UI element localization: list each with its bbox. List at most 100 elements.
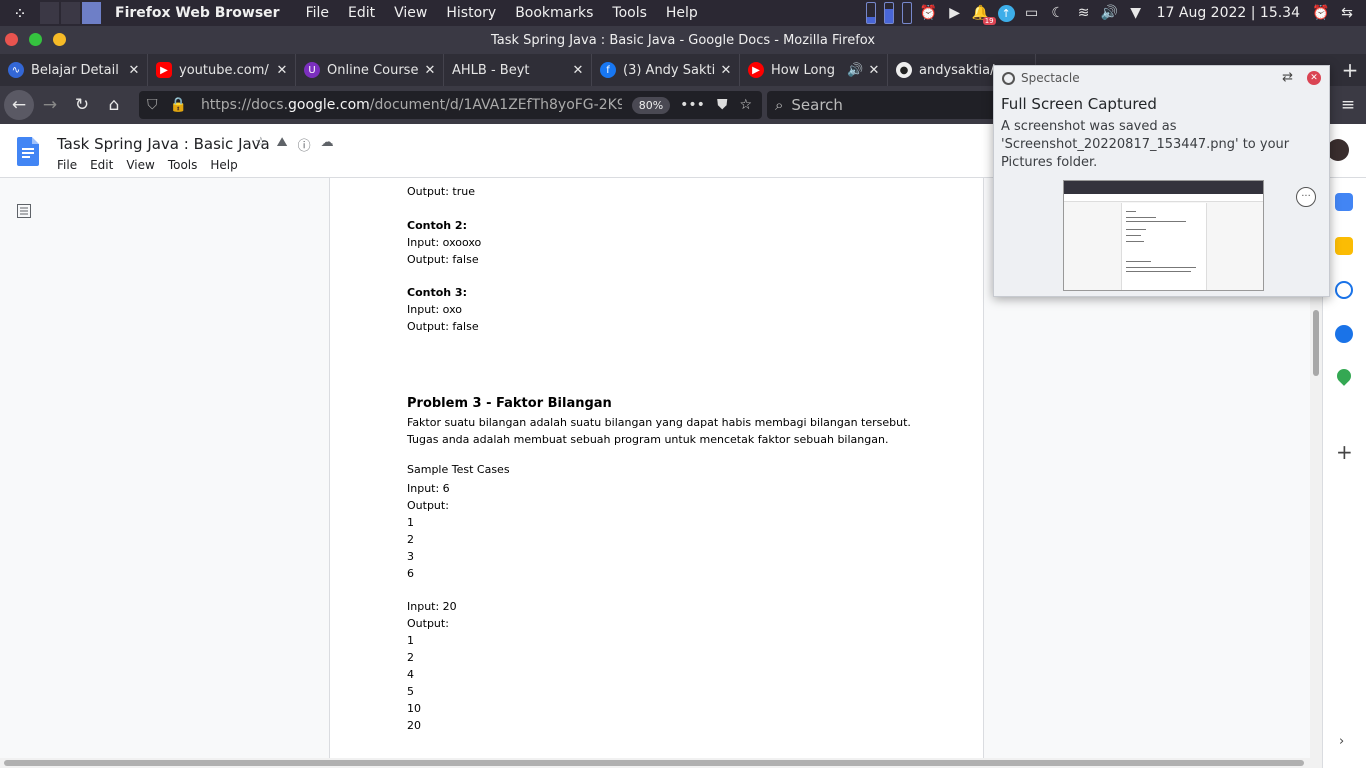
system-panel: ⁘ Firefox Web Browser File Edit View His… [0,0,1366,26]
tab-facebook[interactable]: f (3) Andy Sakti ✕ [592,54,740,86]
doc-line: Sample Test Cases [407,463,510,476]
doc-line: Input: oxo [407,303,462,316]
panel-settings-icon[interactable]: ⇆ [1338,4,1356,22]
close-tab-icon[interactable]: ✕ [571,63,585,78]
global-menu-bookmarks[interactable]: Bookmarks [515,5,593,21]
calendar-icon[interactable] [1335,193,1353,211]
minimize-window-button[interactable] [53,33,66,46]
vertical-scrollbar-thumb[interactable] [1313,310,1319,376]
close-tab-icon[interactable]: ✕ [719,63,733,78]
document-outline-icon[interactable] [17,203,31,218]
document-page[interactable]: Output: true Contoh 2: Input: oxooxo Out… [329,178,984,758]
maps-icon[interactable] [1334,366,1354,386]
tab-belajar-detail[interactable]: ∿ Belajar Detail ✕ [0,54,148,86]
reload-button[interactable]: ↻ [66,89,98,121]
horizontal-scrollbar-thumb[interactable] [4,760,1304,766]
cloud-save-icon[interactable]: ☁ [321,135,334,154]
app-menu-icon[interactable]: ≡ [1332,89,1364,121]
move-to-drive-icon[interactable]: ⛰ [277,135,288,154]
notification-app-name: Spectacle [1021,71,1080,85]
close-tab-icon[interactable]: ✕ [867,63,881,78]
more-options-icon[interactable]: ··· [1296,187,1316,207]
close-tab-icon[interactable]: ✕ [423,63,437,78]
youtube-music-icon: ▶ [748,62,764,78]
tab-youtube[interactable]: ▶ youtube.com/ ✕ [148,54,296,86]
alarm-icon[interactable]: ⏰ [920,4,938,22]
docs-menu-view[interactable]: View [126,158,154,172]
star-icon[interactable]: ☆ [255,135,267,154]
docs-menu-tools[interactable]: Tools [168,158,198,172]
kdeconnect-icon[interactable]: ▭ [1023,4,1041,22]
screenshot-thumbnail[interactable] [1063,180,1264,291]
global-menu-file[interactable]: File [306,5,329,21]
search-bar[interactable]: ⌕ Search [767,91,1007,119]
doc-line: Input: oxooxo [407,236,482,249]
pocket-icon[interactable]: ⛊ [717,97,728,113]
add-addon-icon[interactable]: + [1336,440,1353,464]
zoom-indicator[interactable]: 80% [631,96,671,114]
tab-audio-icon[interactable]: 🔊 [847,63,863,78]
volume-icon[interactable]: 🔊 [1101,4,1119,22]
spectacle-icon [1002,71,1015,85]
docs-menu-help[interactable]: Help [210,158,237,172]
docs-menu-file[interactable]: File [57,158,77,172]
url-bar[interactable]: ⛉ 🔒 https://docs.google.com/document/d/1… [139,91,762,119]
lock-icon[interactable]: 🔒 [170,97,187,113]
app-launcher-icon[interactable]: ⁘ [0,0,40,26]
shield-icon[interactable]: ⛉ [147,97,158,113]
screenshot-notification[interactable]: Spectacle ⇄ ✕ Full Screen Captured A scr… [993,65,1330,297]
maximize-window-button[interactable] [29,33,42,46]
tasks-icon[interactable] [1335,281,1353,299]
expand-panel-icon[interactable]: › [1339,734,1344,749]
doc-line: Input: 6 [407,482,450,495]
clock[interactable]: 17 Aug 2022 | 15.34 [1157,5,1300,21]
avatar[interactable] [1327,139,1349,161]
swap-meter[interactable] [901,2,912,24]
tab-how-long[interactable]: ▶ How Long 🔊 ✕ [740,54,888,86]
global-menu-history[interactable]: History [446,5,496,21]
global-menu-edit[interactable]: Edit [348,5,375,21]
night-color-icon[interactable]: ☾ [1049,4,1067,22]
document-title[interactable]: Task Spring Java : Basic Java [57,135,270,153]
close-tab-icon[interactable]: ✕ [275,63,289,78]
memory-meter[interactable] [883,2,894,24]
keep-icon[interactable] [1335,237,1353,255]
desktop-1[interactable] [40,2,59,24]
media-play-icon[interactable]: ▶ [946,4,964,22]
desktop-2[interactable] [61,2,80,24]
url-text[interactable]: https://docs.google.com/document/d/1AVA1… [201,97,622,113]
notifications-icon[interactable]: 🔔 19 [972,4,996,25]
close-notification-icon[interactable]: ✕ [1307,71,1321,85]
contacts-icon[interactable] [1335,325,1353,343]
doc-heading: Problem 3 - Faktor Bilangan [407,396,612,411]
bookmark-star-icon[interactable]: ☆ [739,97,752,113]
close-window-button[interactable] [5,33,18,46]
desktop-3[interactable] [82,2,101,24]
global-menu-tools[interactable]: Tools [612,5,647,21]
alarm-clock-icon[interactable]: ⏰ [1312,4,1330,22]
tab-online-course[interactable]: U Online Course ✕ [296,54,444,86]
github-icon: ● [896,62,912,78]
notification-title: Full Screen Captured [1001,95,1157,113]
info-icon[interactable]: ⓘ [298,135,311,154]
horizontal-scrollbar[interactable] [0,758,1322,768]
forward-button[interactable]: → [34,89,66,121]
tab-ahlb-beyt[interactable]: AHLB - Beyt ✕ [444,54,592,86]
doc-line: 20 [407,719,421,732]
cpu-meter[interactable] [865,2,876,24]
tray-expand-icon[interactable]: ▼ [1127,4,1145,22]
global-menu-help[interactable]: Help [666,5,698,21]
back-button[interactable]: ← [4,90,34,120]
docs-menu-edit[interactable]: Edit [90,158,113,172]
notification-settings-icon[interactable]: ⇄ [1282,70,1293,85]
update-icon[interactable]: ↑ [997,4,1015,22]
global-menu-view[interactable]: View [394,5,427,21]
page-actions-icon[interactable]: ••• [680,97,705,113]
wifi-icon[interactable]: ≋ [1075,4,1093,22]
doc-line: Tugas anda adalah membuat sebuah program… [407,433,889,446]
new-tab-button[interactable]: + [1340,60,1360,80]
close-tab-icon[interactable]: ✕ [127,63,141,78]
doc-line: 3 [407,550,414,563]
home-button[interactable]: ⌂ [98,89,130,121]
google-docs-logo-icon[interactable] [17,137,39,166]
